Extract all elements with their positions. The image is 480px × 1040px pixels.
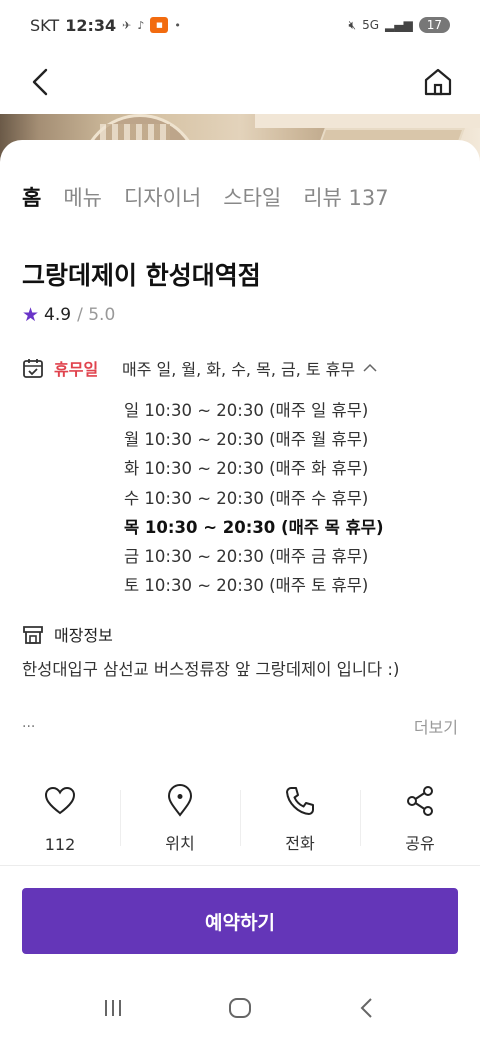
holiday-description: 매주 일, 월, 화, 수, 목, 금, 토 휴무 — [122, 360, 356, 379]
home-nav-icon[interactable] — [227, 995, 253, 1021]
signal-icon: ▂▄▆ — [385, 18, 413, 32]
top-header — [0, 50, 480, 114]
home-button[interactable] — [418, 62, 458, 102]
business-hours-list: 일 10:30 ~ 20:30 (매주 일 휴무) 월 10:30 ~ 20:3… — [124, 396, 384, 600]
like-count: 112 — [44, 835, 76, 854]
holiday-label: 휴무일 — [54, 360, 99, 379]
music-note-icon: ♪ — [137, 18, 145, 32]
tab-style[interactable]: 스타일 — [223, 182, 281, 216]
store-detail-sheet: 홈 메뉴 디자이너 스타일 리뷰 137 그랑데제이 한성대역점 ★ 4.9 /… — [0, 140, 480, 1040]
mute-icon: 🔇︎ — [348, 17, 357, 32]
rating-score: 4.9 — [44, 305, 72, 325]
store-info-header: 매장정보 — [22, 622, 113, 646]
status-time: 12:34 — [65, 15, 117, 35]
call-button[interactable]: 전화 — [240, 784, 360, 854]
network-type: 5G — [362, 18, 380, 32]
share-icon — [407, 786, 433, 816]
status-bar: SKT 12:34 ✈ ♪ ■ • 🔇︎ 5G ▂▄▆ 17 — [0, 0, 480, 50]
back-button[interactable] — [22, 62, 62, 102]
hours-item-today: 목 10:30 ~ 20:30 (매주 목 휴무) — [124, 517, 384, 537]
location-label: 위치 — [165, 834, 195, 853]
carrier-name: SKT — [30, 15, 60, 35]
like-button[interactable]: 112 — [0, 784, 120, 854]
action-bar: 112 위치 전화 공유 — [0, 784, 480, 860]
hours-item: 수 10:30 ~ 20:30 (매주 수 휴무) — [124, 488, 369, 508]
tab-designer[interactable]: 디자이너 — [124, 182, 201, 216]
share-button[interactable]: 공유 — [360, 784, 480, 854]
store-name: 그랑데제이 한성대역점 — [22, 261, 261, 290]
chevron-up-icon — [363, 363, 377, 372]
home-icon — [424, 68, 452, 96]
hours-item: 화 10:30 ~ 20:30 (매주 화 휴무) — [124, 459, 369, 479]
tab-bar: 홈 메뉴 디자이너 스타일 리뷰 137 — [22, 182, 389, 218]
tab-menu[interactable]: 메뉴 — [63, 182, 102, 216]
hours-item: 일 10:30 ~ 20:30 (매주 일 휴무) — [124, 401, 369, 420]
star-icon: ★ — [22, 304, 40, 326]
hours-item: 토 10:30 ~ 20:30 (매주 토 휴무) — [124, 576, 369, 596]
rating-max: / 5.0 — [77, 305, 116, 325]
hours-item: 월 10:30 ~ 20:30 (매주 월 휴무) — [124, 430, 369, 450]
store-rating: ★ 4.9 / 5.0 — [22, 304, 115, 326]
app-badge-icon: ■ — [150, 17, 169, 33]
reserve-button[interactable]: 예약하기 — [22, 888, 458, 954]
location-pin-icon — [167, 784, 193, 817]
phone-icon — [286, 787, 314, 815]
app-notification-icon: ✈ — [122, 18, 132, 32]
hours-item: 금 10:30 ~ 20:30 (매주 금 휴무) — [124, 546, 369, 566]
store-info-description: 한성대입구 삼선교 버스정류장 앞 그랑데제이 입니다 :) — [22, 660, 400, 679]
tab-home[interactable]: 홈 — [22, 182, 42, 218]
back-nav-icon[interactable] — [354, 995, 380, 1021]
business-hours-toggle[interactable]: 휴무일 매주 일, 월, 화, 수, 목, 금, 토 휴무 — [22, 356, 458, 380]
call-label: 전화 — [285, 834, 315, 853]
more-link[interactable]: 더보기 — [414, 714, 458, 738]
action-divider — [0, 865, 480, 866]
battery-indicator: 17 — [418, 17, 450, 33]
calendar-icon — [23, 359, 43, 378]
heart-icon — [44, 786, 76, 815]
tab-review[interactable]: 리뷰 137 — [303, 182, 388, 216]
share-label: 공유 — [405, 834, 435, 853]
location-button[interactable]: 위치 — [120, 784, 240, 854]
storefront-icon — [23, 626, 43, 644]
recent-apps-icon[interactable] — [100, 995, 126, 1021]
dot-icon: • — [174, 18, 181, 32]
description-ellipsis: ... — [22, 715, 36, 731]
store-info-title: 매장정보 — [54, 626, 113, 645]
system-nav-bar — [0, 980, 480, 1036]
chevron-left-icon — [32, 68, 48, 96]
